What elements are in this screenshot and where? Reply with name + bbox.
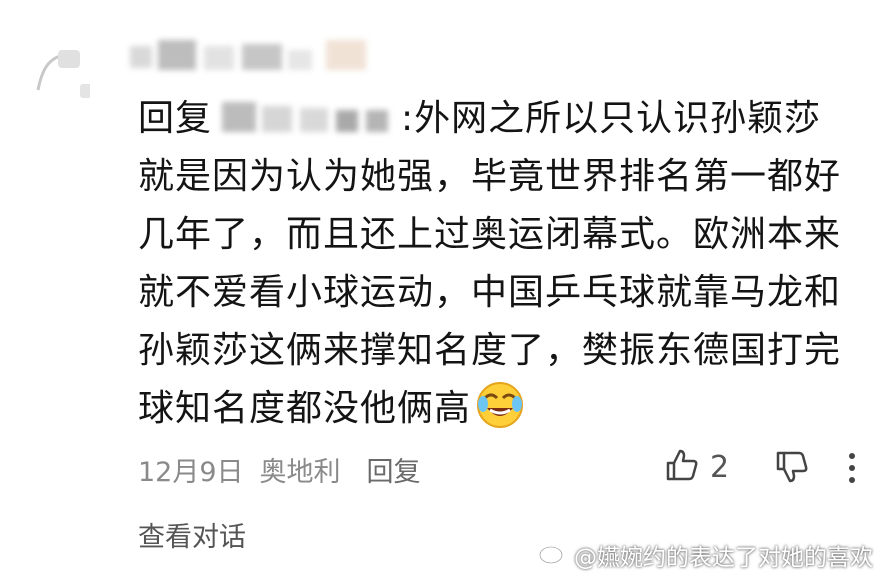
dislike-button[interactable] xyxy=(774,449,810,489)
like-button[interactable]: 2 xyxy=(664,447,729,487)
username-blurred[interactable] xyxy=(130,40,380,84)
comment-date: 12月9日 xyxy=(138,457,244,488)
avatar[interactable] xyxy=(30,40,96,104)
watermark-text: @嬿婉约的表达了对她的喜欢 xyxy=(574,545,873,571)
mention-blurred[interactable] xyxy=(222,100,397,134)
comment-meta: 12月9日 奥地利 回复 xyxy=(138,450,421,489)
crying-laughing-emoji-icon xyxy=(475,380,525,430)
comment-location: 奥地利 xyxy=(259,457,341,488)
weibo-icon xyxy=(538,539,568,571)
reply-prefix: 回复 xyxy=(138,98,213,139)
like-count: 2 xyxy=(710,449,730,485)
reply-button[interactable]: 回复 xyxy=(367,450,421,489)
more-vertical-icon xyxy=(846,453,858,489)
thumbs-down-icon xyxy=(774,451,810,489)
more-options-button[interactable] xyxy=(846,451,858,489)
view-conversation-link[interactable]: 查看对话 xyxy=(138,515,246,554)
comment-text: 回复:外网之所以只认识孙颖莎就是因为认为她强，毕竟世界排名第一都好几年了，而且还… xyxy=(138,90,858,438)
watermark: @嬿婉约的表达了对她的喜欢 xyxy=(538,538,873,572)
comment-actions: 2 xyxy=(664,447,874,491)
thumbs-up-icon xyxy=(664,447,700,487)
